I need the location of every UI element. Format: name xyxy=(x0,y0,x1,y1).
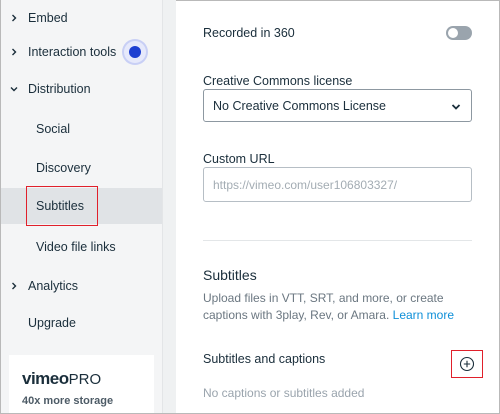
sidebar-item-social[interactable]: Social xyxy=(1,111,162,147)
sidebar-item-video-file-links[interactable]: Video file links xyxy=(1,229,162,265)
sidebar-item-upgrade[interactable]: Upgrade xyxy=(1,305,162,341)
sidebar-item-label: Video file links xyxy=(36,240,116,254)
license-selected-value: No Creative Commons License xyxy=(213,98,386,113)
logo-wordmark: vimeo xyxy=(22,369,69,388)
sidebar-item-distribution[interactable]: Distribution xyxy=(1,71,162,107)
panel-divider xyxy=(162,0,176,413)
sidebar-item-label: Analytics xyxy=(28,279,79,293)
logo-suffix: PRO xyxy=(68,371,102,388)
learn-more-link[interactable]: Learn more xyxy=(393,308,454,322)
sidebar-item-label: Interaction tools xyxy=(28,45,117,59)
subtitles-section-title: Subtitles xyxy=(203,267,257,283)
toggle-knob xyxy=(448,28,458,38)
sidebar-item-label: Embed xyxy=(28,11,68,25)
recorded-360-row: Recorded in 360 xyxy=(203,24,472,42)
promo-storage-text: 40x more storage xyxy=(22,395,114,407)
subtitles-captions-label: Subtitles and captions xyxy=(203,352,326,366)
new-feature-dot-icon xyxy=(124,41,146,63)
sidebar-item-label: Social xyxy=(36,122,71,136)
license-select[interactable]: No Creative Commons License xyxy=(203,89,472,122)
plus-circle-icon xyxy=(459,356,475,372)
section-divider xyxy=(203,240,472,241)
sidebar-item-discovery[interactable]: Discovery xyxy=(1,150,162,186)
subtitles-description: Upload files in VTT, SRT, and more, or c… xyxy=(203,290,465,324)
custom-url-label: Custom URL xyxy=(203,152,275,166)
custom-url-placeholder: https://vimeo.com/user106803327/ xyxy=(213,177,398,192)
recorded-360-toggle[interactable] xyxy=(446,26,472,40)
sidebar-item-label: Upgrade xyxy=(28,316,76,330)
subtitles-highlight-annotation xyxy=(26,186,98,226)
vimeo-pro-logo: vimeoPRO xyxy=(22,369,101,389)
sidebar-item-label: Discovery xyxy=(36,161,91,175)
chevron-right-icon xyxy=(10,282,18,290)
chevron-down-icon xyxy=(451,101,461,111)
sidebar: Embed Interaction tools Distribution Soc… xyxy=(1,0,162,413)
vimeo-pro-promo[interactable]: vimeoPRO 40x more storage xyxy=(9,355,154,413)
sidebar-item-label: Distribution xyxy=(28,82,91,96)
recorded-360-label: Recorded in 360 xyxy=(203,26,295,40)
distribution-settings-panel: Recorded in 360 Creative Commons license… xyxy=(176,0,499,413)
license-label: Creative Commons license xyxy=(203,74,353,88)
chevron-down-icon xyxy=(10,85,18,93)
chevron-right-icon xyxy=(10,14,18,22)
sidebar-item-interaction-tools[interactable]: Interaction tools xyxy=(1,34,162,70)
no-captions-text: No captions or subtitles added xyxy=(203,386,365,400)
chevron-right-icon xyxy=(10,48,18,56)
custom-url-input[interactable]: https://vimeo.com/user106803327/ xyxy=(203,167,472,202)
sidebar-item-embed[interactable]: Embed xyxy=(1,0,162,36)
sidebar-item-analytics[interactable]: Analytics xyxy=(1,268,162,304)
add-caption-button[interactable] xyxy=(451,350,483,378)
